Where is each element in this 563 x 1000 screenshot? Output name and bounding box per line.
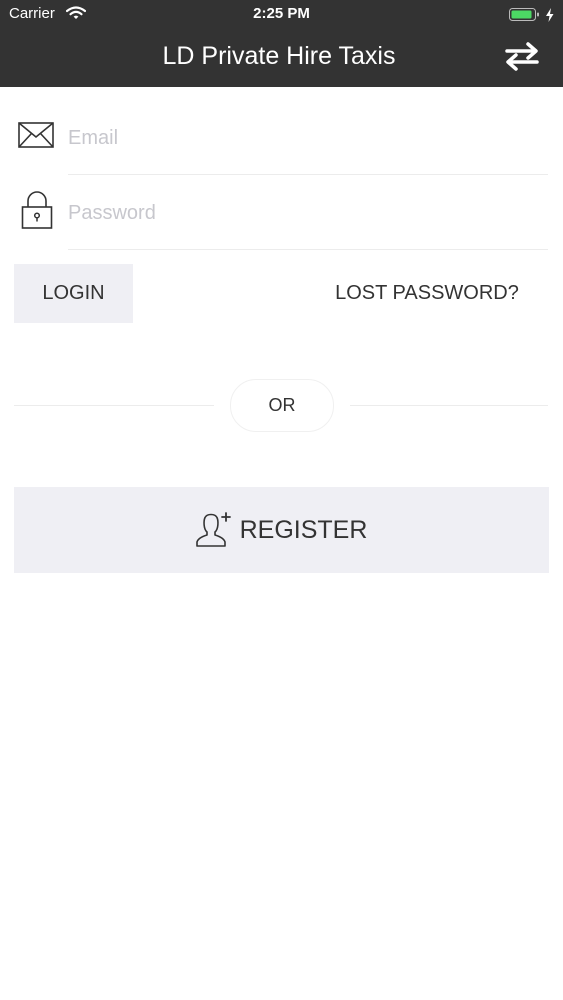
swap-button[interactable] [500, 38, 544, 74]
add-user-icon [195, 512, 231, 547]
register-button[interactable]: REGISTER [14, 487, 549, 573]
divider-line-right [350, 405, 548, 406]
swap-arrows-icon [505, 42, 539, 71]
lock-icon [21, 191, 53, 229]
or-divider: OR [230, 379, 334, 432]
envelope-icon [18, 122, 54, 148]
register-label: REGISTER [239, 515, 368, 544]
app-title: LD Private Hire Taxis [162, 42, 396, 70]
lost-password-link[interactable]: LOST PASSWORD? [300, 264, 554, 323]
charging-icon [546, 8, 554, 22]
email-input[interactable] [68, 118, 546, 158]
status-time: 2:25 PM [253, 5, 310, 22]
or-label: OR [268, 395, 296, 415]
battery-icon [509, 8, 554, 22]
password-input[interactable] [68, 193, 546, 233]
login-screen: Carrier 2:25 PM LD Private Hire Taxis Em… [0, 0, 563, 1000]
top-bar: Carrier 2:25 PM LD Private Hire Taxis [0, 0, 563, 87]
divider-line-left [14, 405, 214, 406]
password-underline [68, 249, 548, 250]
email-underline [68, 174, 548, 175]
login-button[interactable]: LOGIN [14, 264, 133, 323]
